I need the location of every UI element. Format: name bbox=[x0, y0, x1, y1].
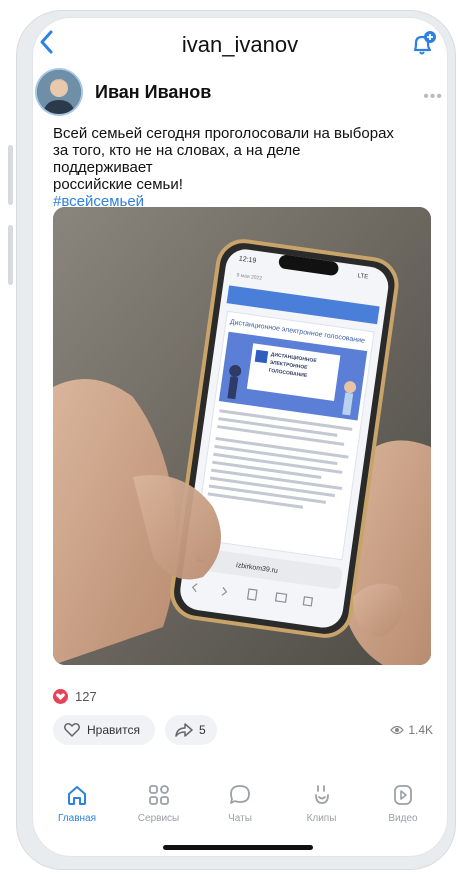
like-button[interactable]: Нравится bbox=[53, 715, 155, 745]
tab-home[interactable]: Главная bbox=[47, 783, 107, 843]
app-screen: ivan_ivanov Иван Иванов ••• Всей семьей … bbox=[33, 18, 447, 856]
like-button-label: Нравится bbox=[87, 723, 140, 737]
avatar-photo bbox=[37, 70, 81, 114]
post-text-line: российские семьи! bbox=[53, 176, 183, 193]
post-photo: 12:19 LTE 9 мая 2022 Дистанционное элект… bbox=[53, 207, 431, 665]
side-button bbox=[8, 145, 13, 205]
eye-icon bbox=[390, 725, 405, 735]
tab-clips[interactable]: Клипы bbox=[292, 783, 352, 843]
tab-video[interactable]: Видео bbox=[373, 783, 433, 843]
tab-services[interactable]: Сервисы bbox=[129, 783, 189, 843]
tab-label: Чаты bbox=[228, 813, 252, 824]
post-image[interactable]: 12:19 LTE 9 мая 2022 Дистанционное элект… bbox=[53, 207, 431, 665]
post-actions: Нравится 5 1.4K bbox=[53, 715, 433, 747]
author-name[interactable]: Иван Иванов bbox=[95, 82, 211, 103]
tab-label: Главная bbox=[57, 813, 97, 824]
likes-count: 127 bbox=[75, 689, 97, 704]
tab-chats[interactable]: Чаты bbox=[210, 783, 270, 843]
side-button bbox=[8, 225, 13, 285]
chat-bubble-icon bbox=[230, 785, 250, 804]
share-button[interactable]: 5 bbox=[165, 715, 217, 745]
views-counter: 1.4K bbox=[390, 723, 433, 737]
tab-label: Видео bbox=[388, 813, 418, 824]
heart-filled-icon bbox=[53, 689, 68, 704]
clips-icon bbox=[314, 785, 329, 804]
tab-label: Клипы bbox=[306, 813, 337, 824]
page-title: ivan_ivanov bbox=[181, 32, 299, 57]
home-icon bbox=[68, 786, 86, 805]
more-dots-icon: ••• bbox=[423, 88, 443, 105]
more-button[interactable]: ••• bbox=[423, 88, 443, 106]
post-text-line: Всей семьей сегодня проголосовали на выб… bbox=[53, 125, 394, 142]
avatar[interactable] bbox=[37, 70, 81, 114]
bottom-tabbar: Главная Сервисы Чаты Клипы Видео bbox=[33, 783, 447, 843]
video-play-icon bbox=[394, 785, 412, 805]
tab-label: Сервисы bbox=[137, 813, 180, 824]
post-text: Всей семьей сегодня проголосовали на выб… bbox=[53, 125, 403, 210]
home-indicator[interactable] bbox=[163, 845, 313, 850]
post-author: Иван Иванов ••• bbox=[37, 70, 447, 118]
shares-count: 5 bbox=[199, 723, 206, 737]
heart-outline-icon bbox=[64, 723, 80, 737]
likes-summary[interactable]: 127 bbox=[53, 687, 253, 707]
notification-button[interactable] bbox=[409, 30, 437, 63]
bell-plus-icon bbox=[413, 31, 436, 55]
header: ivan_ivanov bbox=[33, 18, 447, 66]
post-text-line: за того, кто не на словах, а на деле под… bbox=[53, 142, 301, 176]
views-count: 1.4K bbox=[408, 723, 433, 737]
share-arrow-icon bbox=[175, 723, 193, 737]
services-grid-icon bbox=[148, 785, 169, 805]
